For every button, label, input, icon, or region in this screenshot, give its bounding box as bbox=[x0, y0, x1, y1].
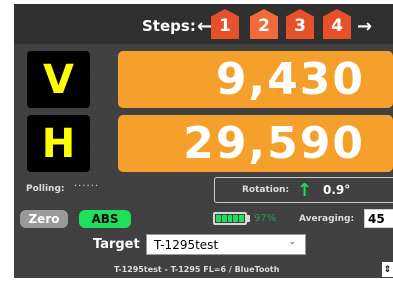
v-value-display: 9,430 bbox=[118, 51, 393, 108]
arrow-right-icon[interactable]: → bbox=[357, 16, 372, 37]
h-value-display: 29,590 bbox=[118, 115, 393, 172]
step-2-button[interactable]: 2 bbox=[250, 9, 278, 39]
battery-cell bbox=[216, 215, 221, 222]
step-1-button[interactable]: 1 bbox=[211, 9, 239, 39]
polling-indicator: ······ bbox=[74, 181, 100, 192]
battery-cell bbox=[233, 215, 239, 222]
step-4-button[interactable]: 4 bbox=[323, 9, 351, 39]
rotation-arrow-icon: ↑ bbox=[297, 180, 313, 201]
rotation-box: Rotation: ↑ 0.9° bbox=[214, 177, 393, 203]
steps-bar: Steps: ← 1 2 3 4 → bbox=[14, 4, 393, 44]
chevron-down-icon: ⌄ bbox=[288, 237, 296, 247]
battery-tip bbox=[247, 215, 250, 222]
battery-icon bbox=[213, 212, 247, 225]
step-3-button[interactable]: 3 bbox=[286, 9, 314, 39]
target-selected-value: T-1295test bbox=[154, 237, 219, 252]
axis-h-label: H bbox=[27, 115, 90, 172]
averaging-input[interactable]: 45 bbox=[364, 209, 393, 228]
battery-cell bbox=[221, 215, 227, 222]
battery-cell bbox=[239, 215, 244, 222]
averaging-label: Averaging: bbox=[299, 214, 355, 224]
axis-v-label: V bbox=[27, 51, 90, 108]
arrow-left-icon[interactable]: ← bbox=[197, 16, 212, 37]
battery-cell bbox=[227, 215, 233, 222]
steps-label: Steps: bbox=[142, 17, 196, 35]
battery-percent: 97% bbox=[254, 213, 277, 224]
rotation-label: Rotation: bbox=[242, 185, 290, 195]
polling-label: Polling: bbox=[26, 184, 65, 194]
zero-button[interactable]: Zero bbox=[20, 210, 68, 228]
target-label: Target bbox=[93, 237, 140, 252]
expand-icon[interactable]: ⇕ bbox=[382, 262, 393, 277]
target-select[interactable]: T-1295test ⌄ bbox=[146, 234, 306, 255]
rotation-value: 0.9° bbox=[323, 183, 351, 197]
device-panel: Steps: ← 1 2 3 4 → V 9,430 H 29,590 Poll… bbox=[14, 4, 393, 278]
connection-status: T-1295test - T-1295 FL=6 / BlueTooth bbox=[114, 265, 280, 274]
abs-button[interactable]: ABS bbox=[79, 210, 131, 228]
